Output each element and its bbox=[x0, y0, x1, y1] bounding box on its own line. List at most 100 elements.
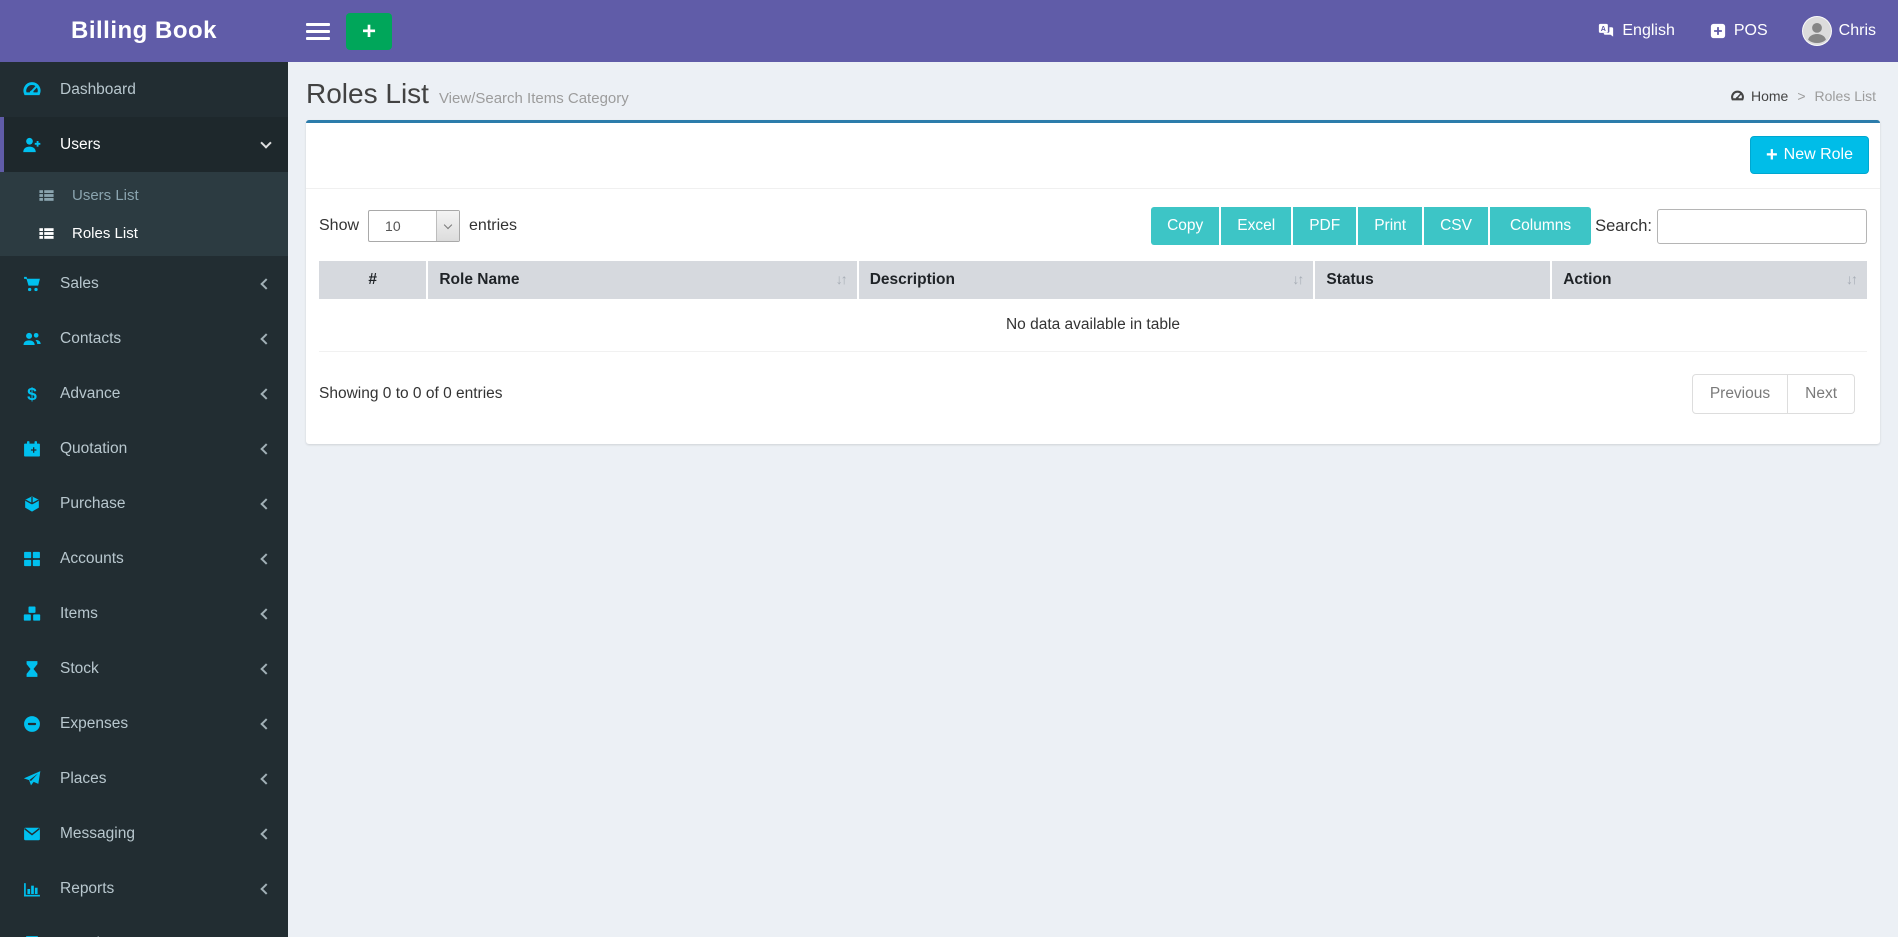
chevron-left-icon bbox=[260, 497, 272, 510]
column-header-status[interactable]: Status bbox=[1314, 261, 1553, 299]
copy-button[interactable]: Copy bbox=[1151, 207, 1220, 245]
sidebar-item-quotation[interactable]: Quotation bbox=[0, 421, 288, 476]
pagination: Previous Next bbox=[1691, 374, 1855, 414]
breadcrumb: Home > Roles List bbox=[1730, 88, 1876, 104]
page-subtitle: View/Search Items Category bbox=[438, 90, 629, 107]
calendar-plus-icon bbox=[22, 439, 50, 459]
breadcrumb-current: Roles List bbox=[1814, 88, 1876, 104]
shopping-cart-icon bbox=[22, 274, 50, 294]
navbar-right: English POS Chris bbox=[1597, 0, 1898, 62]
chevron-down-icon bbox=[260, 136, 272, 149]
entries-selected-value: 10 bbox=[385, 218, 401, 234]
list-icon bbox=[38, 187, 64, 204]
excel-button[interactable]: Excel bbox=[1221, 207, 1292, 245]
sort-icon: ↓↑ bbox=[1292, 271, 1304, 287]
cube-icon bbox=[22, 494, 50, 514]
plus-icon: + bbox=[1765, 144, 1778, 166]
sidebar-item-messaging[interactable]: Messaging bbox=[0, 806, 288, 861]
entries-label: entries bbox=[469, 217, 518, 234]
csv-button[interactable]: CSV bbox=[1424, 207, 1488, 245]
sidebar-item-items[interactable]: Items bbox=[0, 586, 288, 641]
empty-message: No data available in table bbox=[319, 299, 1867, 352]
language-icon bbox=[1597, 22, 1615, 40]
list-icon bbox=[38, 225, 64, 242]
chevron-left-icon bbox=[260, 442, 272, 455]
app-logo[interactable]: Billing Book bbox=[0, 0, 288, 62]
language-menu[interactable]: English bbox=[1597, 22, 1675, 40]
chevron-left-icon bbox=[260, 662, 272, 675]
chevron-left-icon bbox=[260, 827, 272, 840]
paper-plane-icon bbox=[22, 769, 50, 789]
sidebar-item-users[interactable]: Users bbox=[0, 117, 288, 172]
bar-chart-icon bbox=[22, 879, 50, 899]
submenu-item-users-list[interactable]: Users List bbox=[0, 176, 288, 214]
previous-page-button[interactable]: Previous bbox=[1691, 374, 1789, 414]
content-area: Roles List View/Search Items Category Ho… bbox=[288, 0, 1898, 444]
chevron-left-icon bbox=[260, 387, 272, 400]
empty-table-row: No data available in table bbox=[319, 299, 1867, 352]
column-header-action[interactable]: ↓↑ Action bbox=[1551, 261, 1867, 299]
pdf-button[interactable]: PDF bbox=[1293, 207, 1357, 245]
sidebar-item-purchase[interactable]: Purchase bbox=[0, 476, 288, 531]
entries-per-page-select[interactable]: 10 bbox=[368, 210, 461, 242]
column-header-index[interactable]: # bbox=[319, 261, 429, 299]
chevron-left-icon bbox=[260, 717, 272, 730]
plus-square-icon bbox=[1709, 22, 1727, 40]
page-title: Roles List bbox=[306, 78, 429, 109]
show-label: Show bbox=[319, 217, 360, 234]
submenu-item-roles-list[interactable]: Roles List bbox=[0, 214, 288, 252]
sidebar-item-expenses[interactable]: Expenses bbox=[0, 696, 288, 751]
cubes-icon bbox=[22, 604, 50, 624]
hamburger-icon bbox=[306, 22, 330, 26]
chevron-left-icon bbox=[260, 772, 272, 785]
users-icon bbox=[22, 329, 50, 349]
sidebar-item-reports[interactable]: Reports bbox=[0, 861, 288, 916]
user-menu[interactable]: Chris bbox=[1801, 16, 1876, 46]
dashboard-icon bbox=[1730, 89, 1745, 104]
pos-button[interactable]: POS bbox=[1709, 22, 1768, 40]
pos-label: POS bbox=[1733, 22, 1768, 39]
select-arrow bbox=[436, 211, 460, 241]
grid-icon bbox=[22, 549, 50, 569]
panel-header: + New Role bbox=[306, 123, 1880, 189]
sort-icon: ↓↑ bbox=[1846, 271, 1858, 287]
quick-add-button[interactable]: + bbox=[346, 12, 392, 50]
sidebar-item-stock[interactable]: Stock bbox=[0, 641, 288, 696]
chevron-left-icon bbox=[260, 277, 272, 290]
column-header-role-name[interactable]: ↓↑ Role Name bbox=[427, 261, 859, 299]
minus-circle-icon bbox=[22, 714, 50, 734]
sidebar-item-accounts[interactable]: Accounts bbox=[0, 531, 288, 586]
navbar-left: + bbox=[288, 0, 392, 62]
breadcrumb-separator: > bbox=[1797, 88, 1806, 104]
avatar bbox=[1801, 16, 1832, 46]
table-header-row: # ↓↑ Role Name ↓↑ Description Status ↓↑ … bbox=[319, 261, 1867, 299]
search-input[interactable] bbox=[1657, 208, 1867, 244]
chevron-left-icon bbox=[260, 882, 272, 895]
sidebar-item-contacts[interactable]: Contacts bbox=[0, 311, 288, 366]
table-footer: Showing 0 to 0 of 0 entries Previous Nex… bbox=[319, 374, 1867, 414]
column-header-description[interactable]: ↓↑ Description bbox=[857, 261, 1316, 299]
breadcrumb-home-link[interactable]: Home bbox=[1730, 88, 1788, 104]
username: Chris bbox=[1838, 22, 1876, 39]
print-button[interactable]: Print bbox=[1358, 207, 1423, 245]
table-toolbar: Show 10 entries Copy Excel PDF Print CSV… bbox=[319, 207, 1867, 245]
entries-summary: Showing 0 to 0 of 0 entries bbox=[319, 385, 503, 402]
sidebar-item-advance[interactable]: Advance bbox=[0, 366, 288, 421]
chevron-left-icon bbox=[260, 607, 272, 620]
panel-body: Show 10 entries Copy Excel PDF Print CSV… bbox=[306, 189, 1880, 414]
sidebar-item-sales[interactable]: Sales bbox=[0, 256, 288, 311]
chevron-left-icon bbox=[260, 552, 272, 565]
sidebar-item-warehouse[interactable]: Warehouse bbox=[0, 916, 288, 937]
sidebar-item-dashboard[interactable]: Dashboard bbox=[0, 62, 288, 117]
sidebar-item-places[interactable]: Places bbox=[0, 751, 288, 806]
envelope-icon bbox=[22, 824, 50, 844]
export-button-group: Copy Excel PDF Print CSV Columns bbox=[1151, 207, 1592, 245]
building-icon bbox=[22, 934, 50, 937]
dollar-icon bbox=[22, 384, 50, 404]
next-page-button[interactable]: Next bbox=[1788, 374, 1855, 414]
sidebar-toggle-button[interactable] bbox=[306, 16, 330, 46]
roles-panel: + New Role Show 10 entries Copy Excel PD… bbox=[306, 120, 1880, 444]
columns-button[interactable]: Columns bbox=[1489, 207, 1592, 245]
new-role-button[interactable]: + New Role bbox=[1749, 136, 1869, 174]
top-navbar: Billing Book + English POS Chris bbox=[0, 0, 1898, 62]
